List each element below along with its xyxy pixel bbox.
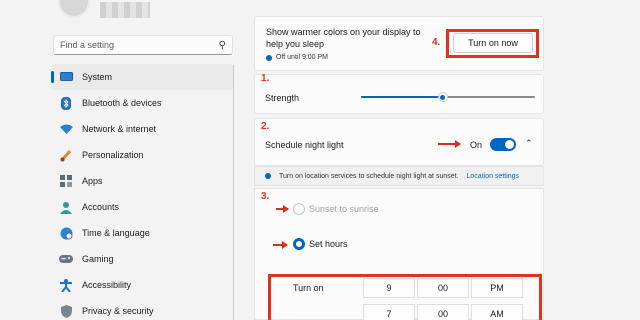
radio-set-hours[interactable] (293, 238, 305, 250)
sidebar: ⚲ System Bluetooth & devices Network & i… (0, 0, 245, 320)
shield-icon (59, 304, 73, 318)
sidebar-item-label: Apps (82, 176, 103, 186)
sidebar-item-label: Gaming (82, 254, 114, 264)
controller-icon (59, 252, 73, 266)
nav-list: System Bluetooth & devices Network & int… (51, 64, 233, 320)
option-set-hours-label: Set hours (309, 239, 348, 249)
info-icon (265, 173, 271, 179)
wifi-icon (59, 122, 73, 136)
sidebar-item-label: Bluetooth & devices (82, 98, 162, 108)
night-light-status: Off until 9:00 PM (266, 54, 328, 61)
status-text: Off until 9:00 PM (276, 54, 329, 61)
arrow-sunset-icon (276, 205, 289, 213)
sidebar-item-label: Network & internet (82, 124, 157, 134)
sidebar-item-label: Time & language (82, 228, 150, 238)
schedule-toggle-state: On (470, 140, 483, 150)
annotation-number-2: 2. (261, 121, 270, 132)
annotation-number-4: 4. (432, 37, 441, 48)
annotation-box-hours (268, 274, 542, 320)
settings-window: ⚲ System Bluetooth & devices Network & i… (0, 0, 640, 320)
strength-slider-fill (361, 96, 443, 98)
annotation-box-turn-on (446, 29, 539, 58)
sidebar-item-time-language[interactable]: Time & language (51, 220, 233, 246)
bluetooth-icon (59, 96, 73, 110)
sidebar-item-label: Accessibility (82, 280, 132, 290)
apps-icon (59, 174, 73, 188)
strength-slider[interactable] (361, 92, 535, 102)
sidebar-item-bluetooth[interactable]: Bluetooth & devices (51, 90, 233, 116)
strength-label: Strength (265, 93, 300, 103)
person-icon (59, 200, 73, 214)
sidebar-item-label: Accounts (82, 202, 120, 212)
sidebar-item-label: Privacy & security (82, 306, 154, 316)
arrow-toggle-icon (438, 140, 461, 148)
search-input[interactable] (60, 40, 219, 50)
avatar[interactable] (58, 0, 90, 18)
strength-slider-thumb[interactable] (437, 92, 448, 102)
option-set-hours-row[interactable]: Set hours (293, 238, 348, 250)
annotation-number-1: 1. (261, 73, 270, 84)
username-redacted (100, 2, 150, 18)
sidebar-divider (233, 65, 234, 320)
annotation-number-3: 3. (261, 191, 270, 202)
sidebar-item-gaming[interactable]: Gaming (51, 246, 233, 272)
option-sunset-label: Sunset to sunrise (309, 204, 379, 214)
schedule-card: Schedule night light On ⌃ (254, 118, 544, 166)
option-sunset-row: Sunset to sunrise (293, 203, 379, 215)
arrow-set-hours-icon (273, 241, 288, 249)
schedule-toggle[interactable] (490, 138, 516, 151)
sidebar-item-privacy[interactable]: Privacy & security (51, 298, 233, 320)
sidebar-item-label: System (82, 72, 113, 82)
strength-card: Strength (254, 74, 544, 114)
sidebar-item-accessibility[interactable]: Accessibility (51, 272, 233, 298)
brush-icon (59, 148, 73, 162)
globe-icon (59, 226, 73, 240)
chevron-up-icon[interactable]: ⌃ (525, 138, 533, 149)
sidebar-item-system[interactable]: System (51, 64, 233, 90)
location-info-bar: Turn on location services to schedule ni… (254, 166, 544, 186)
accessibility-icon (59, 278, 73, 292)
warm-colors-description: Show warmer colors on your display to he… (266, 27, 421, 49)
schedule-label: Schedule night light (265, 140, 344, 150)
sidebar-item-label: Personalization (82, 150, 144, 160)
search-icon[interactable]: ⚲ (219, 40, 226, 51)
sidebar-item-apps[interactable]: Apps (51, 168, 233, 194)
sidebar-item-network[interactable]: Network & internet (51, 116, 233, 142)
radio-sunset-to-sunrise (293, 203, 305, 215)
info-text: Turn on location services to schedule ni… (279, 172, 459, 180)
sidebar-item-personalization[interactable]: Personalization (51, 142, 233, 168)
status-dot-icon (266, 54, 272, 61)
search-box[interactable]: ⚲ (53, 35, 233, 55)
monitor-icon (59, 70, 73, 84)
location-settings-link[interactable]: Location settings (467, 173, 520, 180)
sidebar-item-accounts[interactable]: Accounts (51, 194, 233, 220)
